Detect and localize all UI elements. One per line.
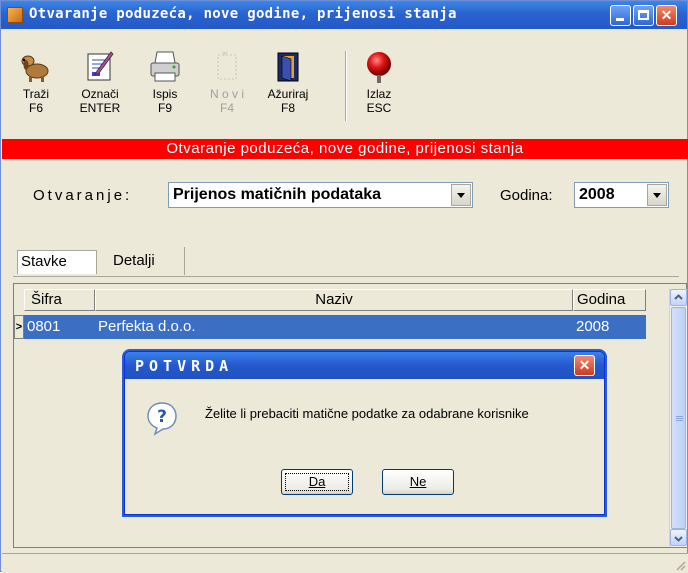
chevron-up-icon (674, 294, 683, 300)
chevron-down-icon (653, 193, 661, 198)
update-icon (271, 49, 305, 85)
exit-key: ESC (366, 101, 392, 115)
vertical-scrollbar[interactable] (669, 289, 687, 547)
minimize-icon (616, 18, 624, 21)
status-bar (2, 553, 688, 573)
no-button[interactable]: Ne (382, 469, 454, 495)
cell-godina: 2008 (576, 318, 610, 335)
column-header-naziv[interactable]: Naziv (95, 289, 573, 311)
table-row[interactable]: 0801 Perfekta d.o.o. 2008 (24, 315, 646, 339)
search-label: Traži (22, 87, 50, 101)
maximize-icon (638, 10, 649, 20)
search-button[interactable]: Traži F6 (16, 49, 56, 115)
close-icon: ✕ (660, 7, 673, 23)
chevron-down-icon (457, 193, 465, 198)
cell-sifra: 0801 (27, 318, 61, 335)
red-banner: Otvaranje poduzeća, nove godine, prijeno… (2, 139, 688, 159)
focus-rect (285, 473, 349, 491)
close-button[interactable]: ✕ (656, 5, 677, 26)
confirm-dialog: POTVRDA ✕ ? Želite li prebaciti matične … (124, 351, 605, 515)
tab-stavke[interactable]: Stavke (17, 250, 97, 274)
update-label: Ažuriraj (267, 87, 309, 101)
godina-combo[interactable]: 2008 (574, 182, 669, 208)
search-key: F6 (28, 101, 43, 115)
close-icon: ✕ (578, 357, 591, 373)
exit-label: Izlaz (366, 87, 392, 101)
new-button[interactable]: N o v i F4 (205, 49, 249, 115)
print-key: F9 (157, 101, 172, 115)
app-icon (7, 7, 23, 23)
column-header-sifra[interactable]: Šifra (24, 289, 95, 311)
tab-detalji[interactable]: Detalji (113, 252, 155, 269)
update-button[interactable]: Ažuriraj F8 (261, 49, 315, 115)
title-bar[interactable]: Otvaranje poduzeća, nove godine, prijeno… (1, 1, 687, 29)
dialog-title-bar[interactable]: POTVRDA ✕ (125, 352, 604, 379)
dialog-close-button[interactable]: ✕ (574, 355, 595, 376)
mark-label: Označi (81, 87, 119, 101)
print-label: Ispis (152, 87, 178, 101)
main-window: Otvaranje poduzeća, nove godine, prijeno… (0, 0, 688, 573)
new-label: N o v i (209, 87, 244, 101)
mark-key: ENTER (79, 101, 121, 115)
dialog-message: Želite li prebaciti matične podatke za o… (205, 406, 529, 421)
toolbar: Traži F6 Označi ENTER Ispis F9 N o v i F… (2, 29, 688, 131)
scroll-thumb[interactable] (671, 307, 686, 529)
mark-icon (83, 49, 117, 85)
otvaranje-dropdown-button[interactable] (451, 184, 471, 206)
exit-icon (362, 49, 396, 85)
print-button[interactable]: Ispis F9 (145, 49, 185, 115)
new-key: F4 (219, 101, 234, 115)
question-icon: ? (145, 400, 179, 436)
row-indicator: > (14, 315, 24, 339)
minimize-button[interactable] (610, 5, 631, 26)
column-header-godina[interactable]: Godina (573, 289, 646, 311)
resize-grip-icon[interactable] (674, 559, 686, 571)
godina-dropdown-button[interactable] (647, 184, 667, 206)
window-title: Otvaranje poduzeća, nove godine, prijeno… (29, 6, 457, 22)
yes-button[interactable]: Da (281, 469, 353, 495)
new-icon (210, 49, 244, 85)
toolbar-separator (345, 51, 347, 121)
exit-button[interactable]: Izlaz ESC (359, 49, 399, 115)
scroll-up-button[interactable] (670, 289, 687, 306)
tab-divider (13, 276, 679, 277)
godina-label: Godina: (500, 187, 553, 204)
scroll-down-button[interactable] (670, 529, 687, 546)
dialog-title: POTVRDA (135, 357, 234, 375)
chevron-down-icon (674, 536, 683, 542)
mark-button[interactable]: Označi ENTER (74, 49, 126, 115)
printer-icon (148, 49, 182, 85)
no-label: Ne (409, 474, 427, 489)
godina-value: 2008 (579, 186, 615, 203)
maximize-button[interactable] (633, 5, 654, 26)
svg-text:?: ? (157, 407, 167, 427)
cell-naziv: Perfekta d.o.o. (98, 318, 196, 335)
search-dog-icon (19, 49, 53, 85)
otvaranje-label: Otvaranje: (33, 187, 133, 204)
otvaranje-combo[interactable]: Prijenos matičnih podataka (168, 182, 473, 208)
tab-separator (184, 247, 185, 275)
otvaranje-value: Prijenos matičnih podataka (173, 186, 382, 203)
update-key: F8 (280, 101, 295, 115)
